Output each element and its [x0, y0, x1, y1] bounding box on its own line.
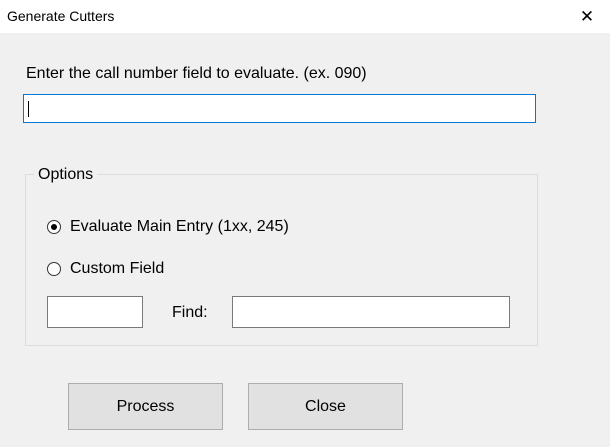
radio-custom-field-label: Custom Field	[70, 260, 165, 277]
find-label: Find:	[172, 304, 208, 321]
radio-evaluate-main-entry-label: Evaluate Main Entry (1xx, 245)	[70, 218, 289, 235]
custom-field-input[interactable]	[47, 296, 143, 328]
window-close-button[interactable]: ✕	[564, 0, 610, 33]
text-caret	[28, 101, 29, 117]
call-number-prompt-label: Enter the call number field to evaluate.…	[26, 65, 367, 82]
radio-evaluate-main-entry[interactable]: Evaluate Main Entry (1xx, 245)	[47, 218, 289, 236]
radio-selected-icon[interactable]	[47, 220, 61, 234]
process-button[interactable]: Process	[68, 383, 223, 430]
call-number-field[interactable]	[23, 94, 536, 123]
close-button[interactable]: Close	[248, 383, 403, 430]
window-title: Generate Cutters	[7, 8, 115, 24]
title-bar: Generate Cutters ✕	[0, 0, 610, 33]
options-legend: Options	[34, 166, 98, 184]
radio-custom-field[interactable]: Custom Field	[47, 260, 164, 278]
find-input[interactable]	[232, 296, 510, 328]
radio-unselected-icon[interactable]	[47, 262, 61, 276]
close-icon: ✕	[579, 6, 595, 26]
